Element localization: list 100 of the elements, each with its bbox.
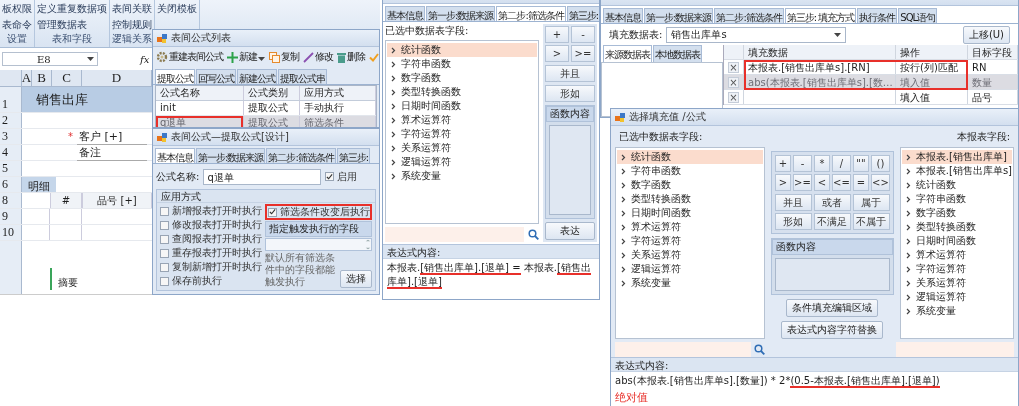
operator-button[interactable]: 属于 — [852, 194, 890, 211]
checkbox[interactable]: 修改报表打开时执行 — [160, 218, 262, 232]
ribbon-command[interactable]: 表间关联 — [112, 2, 152, 16]
checkbox[interactable]: 重存报表打开时执行 — [160, 246, 262, 260]
name-field[interactable]: q退单 — [203, 168, 322, 185]
operator-button[interactable]: 不属于 — [852, 213, 890, 230]
operator-button[interactable]: > — [774, 174, 792, 191]
table-row[interactable]: × 填入值 品号 — [724, 90, 1018, 105]
list-item[interactable]: 类型转换函数 — [617, 192, 763, 206]
list-item[interactable]: 关系运算符 — [617, 248, 763, 262]
checkbox[interactable]: 筛选条件改变后执行 — [265, 204, 372, 220]
list-item[interactable]: 日期时间函数 — [901, 234, 1012, 248]
select-button[interactable]: 选择 — [340, 270, 372, 288]
tab[interactable]: 来源数据表 — [603, 45, 652, 62]
ribbon-command[interactable]: 控制规则 — [112, 18, 152, 32]
operator-button[interactable]: - — [793, 155, 812, 172]
tab[interactable]: 执行条件 — [857, 8, 898, 23]
action-button[interactable]: 条件填充编辑区域 — [786, 299, 879, 317]
delete-button[interactable]: × — [728, 76, 739, 88]
list-item[interactable]: 字符运算符 — [387, 127, 537, 141]
delete-button[interactable]: × — [728, 61, 739, 73]
checkbox[interactable]: 新增报表打开时执行 — [160, 204, 262, 218]
ribbon-command[interactable]: 关闭模板 — [157, 2, 197, 16]
operator-button[interactable]: / — [832, 155, 851, 172]
list-item[interactable]: 本报表.[销售出库单] — [901, 150, 1012, 164]
operator-button[interactable]: + — [774, 155, 792, 172]
sheet-tab[interactable]: 明细 — [22, 177, 56, 192]
tab[interactable]: 基本信息 — [603, 8, 643, 23]
operator-button[interactable]: 形如 — [774, 213, 812, 230]
operator-button[interactable]: = — [852, 174, 870, 191]
list-item[interactable]: 数字函数 — [901, 206, 1012, 220]
operator-button[interactable]: >= — [793, 174, 812, 191]
move-up-button[interactable]: 上移(U) — [962, 25, 1010, 44]
list-item[interactable]: 逻辑运算符 — [387, 155, 537, 169]
tab[interactable]: 第一步:数据来源 — [644, 8, 714, 23]
operator-button[interactable]: 或者 — [813, 194, 851, 211]
list-item[interactable]: 本报表.[销售出库单s] — [901, 164, 1012, 178]
tab[interactable]: 本地数据表 — [653, 45, 702, 62]
tab[interactable]: 基本信息 — [385, 6, 425, 21]
list-item[interactable]: 统计函数 — [901, 178, 1012, 192]
list-item[interactable]: 数字函数 — [387, 71, 537, 85]
delete-button[interactable]: 删除 — [337, 50, 365, 64]
operator-button[interactable]: <= — [832, 174, 851, 191]
tab[interactable]: 第三步: — [336, 148, 371, 163]
checkbox[interactable]: 启用 — [325, 169, 358, 184]
list-item[interactable]: 统计函数 — [617, 150, 763, 164]
list-item[interactable]: 系统变量 — [617, 276, 763, 290]
action-button[interactable]: 表达式内容字符替换 — [781, 321, 884, 339]
table-dropdown[interactable]: 销售出库单s — [666, 26, 847, 43]
checkbox[interactable]: 保存前执行 — [160, 274, 262, 288]
tab[interactable]: 基本信息 — [155, 148, 195, 163]
checkbox[interactable]: 查阅报表打开时执行 — [160, 232, 262, 246]
tab[interactable]: 第二步:筛选条件 — [714, 8, 784, 23]
operator-button[interactable]: - — [571, 26, 595, 43]
operator-button[interactable]: <> — [871, 174, 890, 191]
tab[interactable]: 第三步: — [566, 6, 599, 21]
operator-button[interactable]: + — [545, 26, 569, 43]
operator-button[interactable]: > — [545, 45, 569, 62]
operator-button[interactable]: 形如 — [545, 85, 595, 102]
tab[interactable]: 提取公式串 — [278, 69, 327, 84]
tab[interactable]: 第二步:筛选条件 — [496, 6, 566, 21]
operator-button[interactable]: >= — [571, 45, 595, 62]
list-item[interactable]: 类型转换函数 — [901, 220, 1012, 234]
rebuild-button[interactable]: 重建表间公式 — [156, 50, 223, 64]
list-item[interactable]: 关系运算符 — [901, 276, 1012, 290]
copy-button[interactable]: 复制 — [269, 50, 299, 64]
operator-button[interactable]: 并且 — [774, 194, 812, 211]
expression-button[interactable]: 表达 — [545, 222, 595, 240]
list-item[interactable]: 系统变量 — [387, 169, 537, 183]
list-item[interactable]: 统计函数 — [387, 43, 537, 57]
list-item[interactable]: 逻辑运算符 — [901, 290, 1012, 304]
operator-button[interactable]: * — [813, 155, 831, 172]
list-item[interactable]: 字符串函数 — [617, 164, 763, 178]
list-item[interactable]: 字符运算符 — [901, 262, 1012, 276]
tab[interactable]: 第一步:数据来源 — [196, 148, 266, 163]
tab[interactable]: 新建公式 — [237, 69, 277, 84]
tab[interactable]: 第二步:筛选条件 — [266, 148, 336, 163]
ribbon-command[interactable]: 表命令 — [2, 18, 32, 32]
list-item[interactable]: 字符运算符 — [617, 234, 763, 248]
list-item[interactable]: 字符串函数 — [901, 192, 1012, 206]
operator-button[interactable]: 不满足 — [813, 213, 851, 230]
function-label[interactable]: fx — [140, 53, 150, 65]
list-item[interactable]: 类型转换函数 — [387, 85, 537, 99]
list-item[interactable]: 算术运算符 — [387, 113, 537, 127]
ribbon-command[interactable]: 定义重复数据项 — [37, 2, 107, 16]
edit-button[interactable]: 修改 — [303, 50, 333, 64]
list-item[interactable]: 算术运算符 — [617, 220, 763, 234]
list-item[interactable]: 关系运算符 — [387, 141, 537, 155]
new-button[interactable]: 新建 — [227, 50, 265, 64]
tab[interactable]: 回写公式 — [196, 69, 236, 84]
list-item[interactable]: 日期时间函数 — [617, 206, 763, 220]
checkbox[interactable]: 复制新增打开时执行 — [160, 260, 262, 274]
list-item[interactable]: 逻辑运算符 — [617, 262, 763, 276]
tab[interactable]: 第三步: 填充方式 — [784, 8, 857, 23]
list-item[interactable]: 算术运算符 — [901, 248, 1012, 262]
list-item[interactable]: 数字函数 — [617, 178, 763, 192]
delete-button[interactable]: × — [728, 91, 739, 103]
operator-button[interactable]: () — [871, 155, 890, 172]
operator-button[interactable]: 并且 — [545, 65, 595, 82]
tab[interactable]: 第一步:数据来源 — [426, 6, 496, 21]
